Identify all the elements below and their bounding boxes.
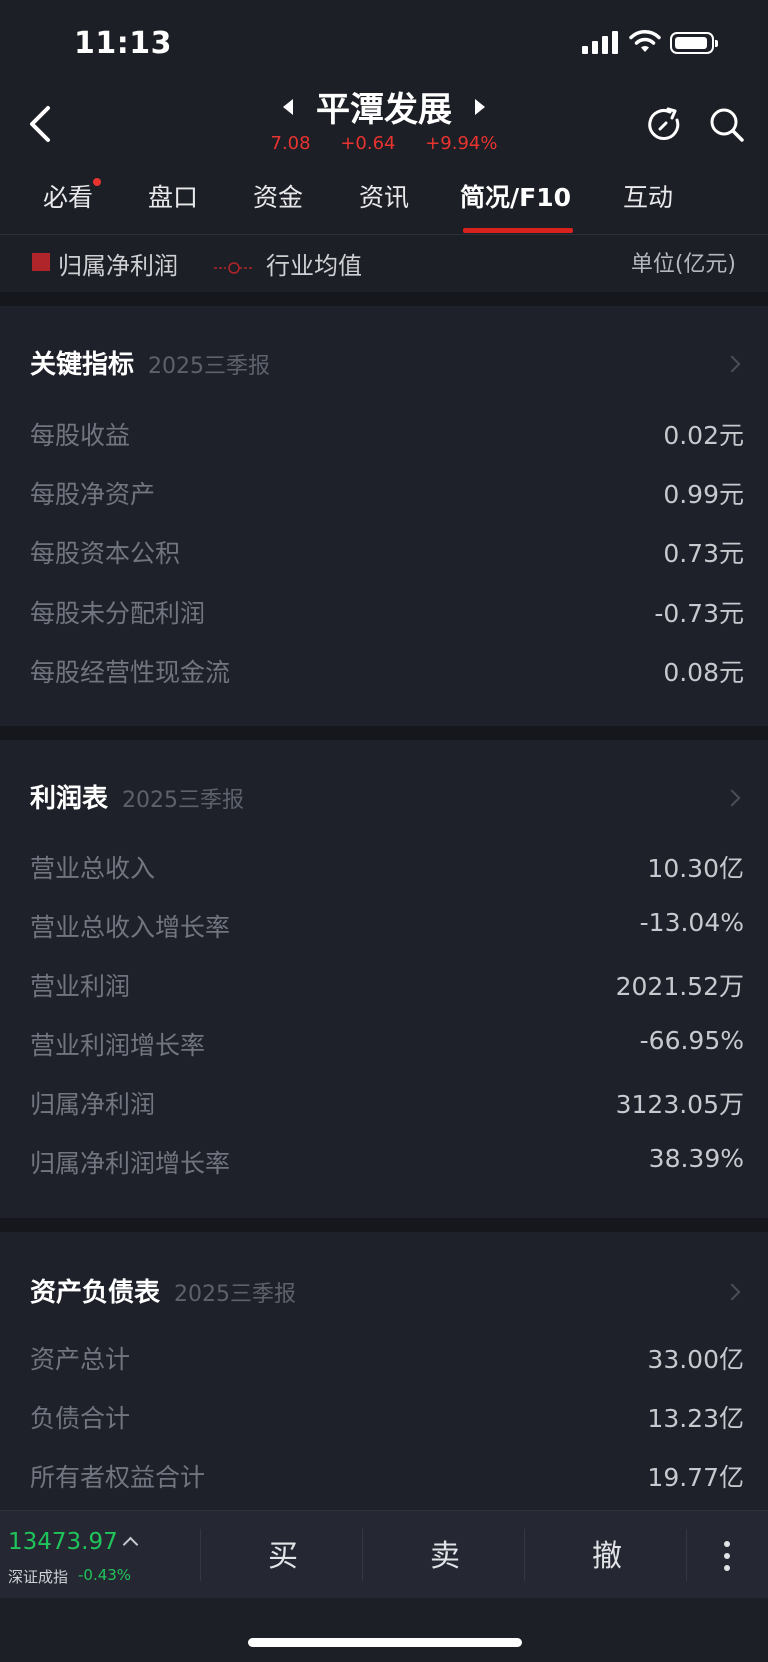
index-change: -0.43% bbox=[78, 1566, 132, 1584]
metric-row: 资产总计 33.00亿 bbox=[30, 1345, 744, 1374]
metric-row: 每股收益 0.02元 bbox=[30, 421, 744, 450]
tabs-divider bbox=[0, 234, 768, 235]
balance-sheet-card[interactable]: 资产负债表 2025三季报 资产总计 33.00亿 负债合计 13.23亿 所有者权益… bbox=[0, 1232, 768, 1510]
chart-legend: 归属净利润 行业均值 单位(亿元) bbox=[0, 236, 768, 292]
next-stock-icon[interactable] bbox=[475, 98, 486, 115]
index-value[interactable]: 13473.97 bbox=[8, 1529, 118, 1555]
metric-row: 每股经营性现金流 0.08元 bbox=[30, 658, 744, 687]
chevron-right-icon[interactable] bbox=[723, 789, 741, 807]
more-options-icon[interactable] bbox=[724, 1541, 730, 1577]
tab-zixun[interactable]: 资讯 bbox=[359, 178, 409, 214]
cellular-signal-icon bbox=[582, 30, 618, 54]
section-gap bbox=[0, 1218, 768, 1232]
metric-row: 归属净利润增长率 38.39% bbox=[30, 1144, 744, 1178]
tab-pankou[interactable]: 盘口 bbox=[148, 178, 198, 214]
key-metrics-card[interactable]: 关键指标 2025三季报 每股收益 0.02元 每股净资产 0.99元 每股资本公积 0… bbox=[0, 306, 768, 726]
metric-row: 营业总收入 10.30亿 bbox=[30, 854, 744, 883]
stock-change-pct: +9.94% bbox=[425, 133, 498, 154]
refresh-icon[interactable] bbox=[646, 106, 684, 144]
home-indicator-area bbox=[0, 1598, 768, 1662]
section-period: 2025三季报 bbox=[148, 354, 271, 379]
active-tab-indicator bbox=[463, 228, 573, 233]
metric-row: 营业利润 2021.52万 bbox=[30, 972, 744, 1001]
battery-icon bbox=[670, 32, 718, 54]
industry-avg-legend-marker bbox=[214, 262, 254, 274]
section-title: 利润表 2025三季报 bbox=[30, 784, 245, 814]
chevron-right-icon[interactable] bbox=[723, 355, 741, 373]
separator bbox=[362, 1529, 363, 1581]
home-indicator[interactable] bbox=[248, 1638, 522, 1647]
section-period: 2025三季报 bbox=[122, 788, 245, 813]
separator bbox=[200, 1529, 201, 1581]
trade-bar: 13473.97 深证成指 -0.43% 买 卖 撤 bbox=[0, 1510, 768, 1599]
cancel-order-button[interactable]: 撤 bbox=[547, 1531, 667, 1575]
index-name: 深证成指 bbox=[8, 1568, 69, 1586]
chevron-right-icon[interactable] bbox=[723, 1283, 741, 1301]
metric-row: 所有者权益合计 19.77亿 bbox=[30, 1463, 744, 1492]
income-statement-card[interactable]: 利润表 2025三季报 营业总收入 10.30亿 营业总收入增长率 -13.04% 营… bbox=[0, 740, 768, 1218]
stock-price: 7.08 bbox=[270, 133, 311, 154]
separator bbox=[524, 1529, 525, 1581]
unread-dot bbox=[93, 178, 101, 186]
metric-row: 营业利润增长率 -66.95% bbox=[30, 1026, 744, 1060]
buy-button[interactable]: 买 bbox=[223, 1531, 343, 1575]
prev-stock-icon[interactable] bbox=[282, 98, 293, 115]
stock-change: +0.64 bbox=[340, 133, 396, 154]
metric-row: 每股资本公积 0.73元 bbox=[30, 539, 744, 568]
section-gap bbox=[0, 726, 768, 740]
tab-hudong[interactable]: 互动 bbox=[623, 178, 673, 214]
tab-bikan[interactable]: 必看 bbox=[43, 178, 93, 214]
legend-unit: 单位(亿元) bbox=[630, 252, 736, 277]
tab-bar: 必看 盘口 资金 资讯 简况/F10 互动 bbox=[0, 178, 768, 234]
status-time: 11:13 bbox=[74, 26, 172, 61]
section-period: 2025三季报 bbox=[174, 1282, 297, 1307]
chevron-up-icon[interactable] bbox=[122, 1536, 139, 1553]
metric-row: 营业总收入增长率 -13.04% bbox=[30, 908, 744, 942]
legend-net-profit: 归属净利润 bbox=[58, 252, 178, 280]
net-profit-legend-swatch bbox=[32, 253, 50, 271]
section-title: 关键指标 2025三季报 bbox=[30, 350, 271, 380]
separator bbox=[686, 1529, 687, 1581]
metric-row: 每股净资产 0.99元 bbox=[30, 480, 744, 509]
section-gap bbox=[0, 292, 768, 306]
metric-row: 归属净利润 3123.05万 bbox=[30, 1090, 744, 1119]
wifi-icon bbox=[629, 30, 661, 52]
sell-button[interactable]: 卖 bbox=[385, 1531, 505, 1575]
metric-row: 每股未分配利润 -0.73元 bbox=[30, 599, 744, 628]
search-icon[interactable] bbox=[708, 106, 746, 144]
section-title: 资产负债表 2025三季报 bbox=[30, 1278, 297, 1308]
tab-f10[interactable]: 简况/F10 bbox=[460, 178, 571, 214]
stock-name[interactable]: 平潭发展 bbox=[316, 82, 452, 131]
tab-zijin[interactable]: 资金 bbox=[253, 178, 303, 214]
metric-row: 负债合计 13.23亿 bbox=[30, 1404, 744, 1433]
legend-industry-avg: 行业均值 bbox=[266, 252, 362, 280]
